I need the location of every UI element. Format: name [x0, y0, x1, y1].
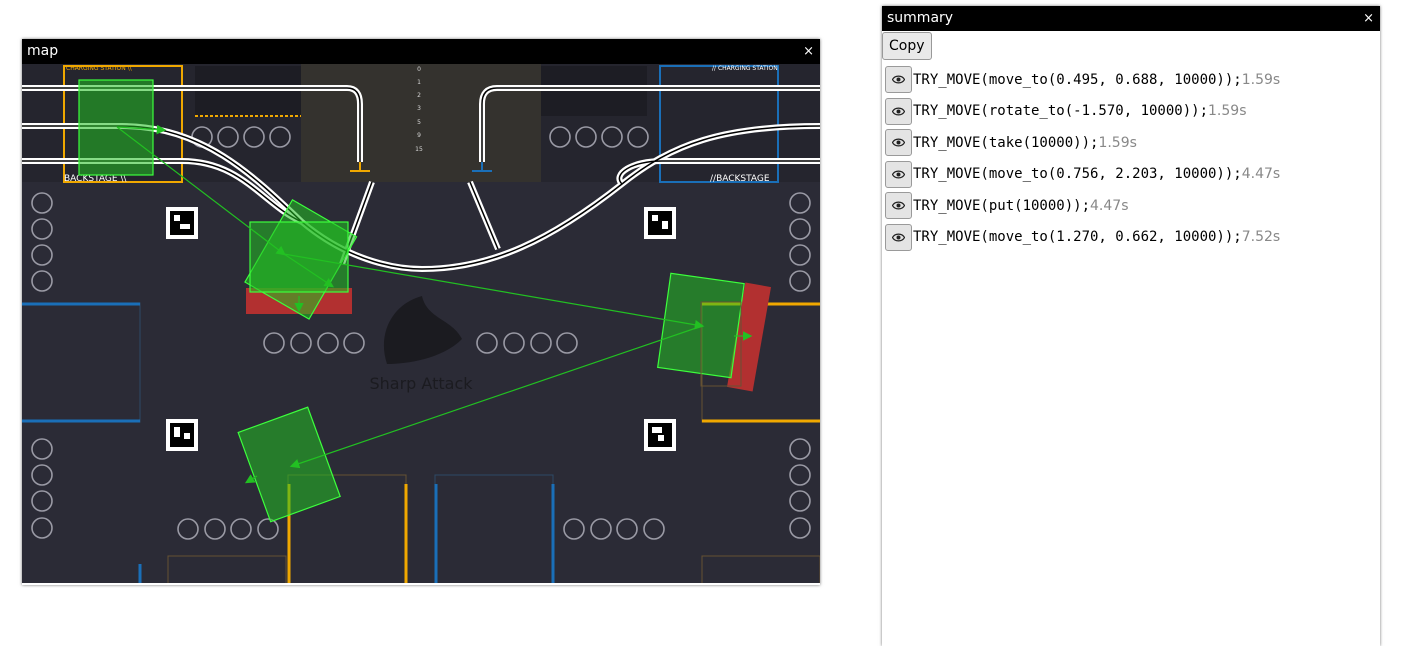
logo-text: Sharp Attack [370, 374, 474, 393]
command-text: TRY_MOVE(move_to(1.270, 0.662, 10000)); [913, 229, 1242, 246]
field-svg: CHARGING STATION \\ BACKSTAGE \\ // CHAR… [22, 64, 821, 592]
summary-titlebar[interactable]: summary × [882, 6, 1380, 31]
command-list: TRY_MOVE(move_to(0.495, 0.688, 10000)); 1… [885, 64, 1380, 253]
command-row: TRY_MOVE(take(10000)); 1.59s [885, 127, 1380, 159]
scale-label: 15 [415, 146, 423, 153]
view-button[interactable] [885, 160, 912, 188]
eye-icon [892, 233, 905, 242]
backstage-label-right: //BACKSTAGE [710, 174, 770, 184]
charging-label-right: // CHARGING STATION [712, 65, 778, 72]
command-row: TRY_MOVE(move_to(0.756, 2.203, 10000)); 4… [885, 159, 1380, 191]
scale-label: 9 [417, 132, 421, 139]
command-text: TRY_MOVE(move_to(0.756, 2.203, 10000)); [913, 166, 1242, 183]
map-window: map × CHARGING STATION \\ BACKSTAGE \\ /… [22, 39, 821, 592]
command-time: 4.47s [1241, 166, 1281, 183]
summary-title: summary [887, 10, 954, 26]
view-button[interactable] [885, 97, 912, 125]
charging-label-left: CHARGING STATION \\ [66, 65, 133, 72]
copy-button[interactable]: Copy [882, 32, 932, 60]
map-title: map [27, 43, 59, 59]
eye-icon [892, 201, 905, 210]
command-text: TRY_MOVE(rotate_to(-1.570, 10000)); [913, 103, 1209, 120]
command-time: 1.59s [1098, 134, 1137, 151]
command-row: TRY_MOVE(move_to(1.270, 0.662, 10000)); 7… [885, 222, 1380, 254]
command-time: 7.52s [1241, 229, 1281, 246]
command-time: 4.47s [1090, 197, 1129, 214]
eye-icon [892, 138, 905, 147]
eye-icon [892, 75, 905, 84]
view-button[interactable] [885, 223, 912, 251]
scale-label: 3 [417, 105, 421, 112]
eye-icon [892, 107, 905, 116]
summary-close-icon[interactable]: × [1363, 6, 1374, 31]
view-button[interactable] [885, 66, 912, 94]
scale-label: 1 [417, 79, 421, 86]
command-text: TRY_MOVE(put(10000)); [913, 197, 1091, 214]
summary-window: summary × Copy TRY_MOVE(move_to(0.495, 0… [882, 6, 1380, 646]
command-row: TRY_MOVE(move_to(0.495, 0.688, 10000)); 1… [885, 64, 1380, 96]
command-text: TRY_MOVE(move_to(0.495, 0.688, 10000)); [913, 71, 1242, 88]
map-canvas[interactable]: CHARGING STATION \\ BACKSTAGE \\ // CHAR… [22, 64, 821, 592]
map-close-icon[interactable]: × [803, 39, 814, 64]
command-time: 1.59s [1241, 71, 1281, 88]
view-button[interactable] [885, 192, 912, 220]
command-text: TRY_MOVE(take(10000)); [913, 134, 1099, 151]
scale-label: 5 [417, 119, 421, 126]
scale-label: 2 [417, 92, 421, 99]
scale-zone [301, 64, 541, 182]
view-button[interactable] [885, 129, 912, 157]
command-time: 1.59s [1208, 103, 1247, 120]
map-titlebar[interactable]: map × [22, 39, 820, 64]
scale-label: 0 [417, 66, 421, 73]
eye-icon [892, 170, 905, 179]
command-row: TRY_MOVE(rotate_to(-1.570, 10000)); 1.59s [885, 96, 1380, 128]
command-row: TRY_MOVE(put(10000)); 4.47s [885, 190, 1380, 222]
